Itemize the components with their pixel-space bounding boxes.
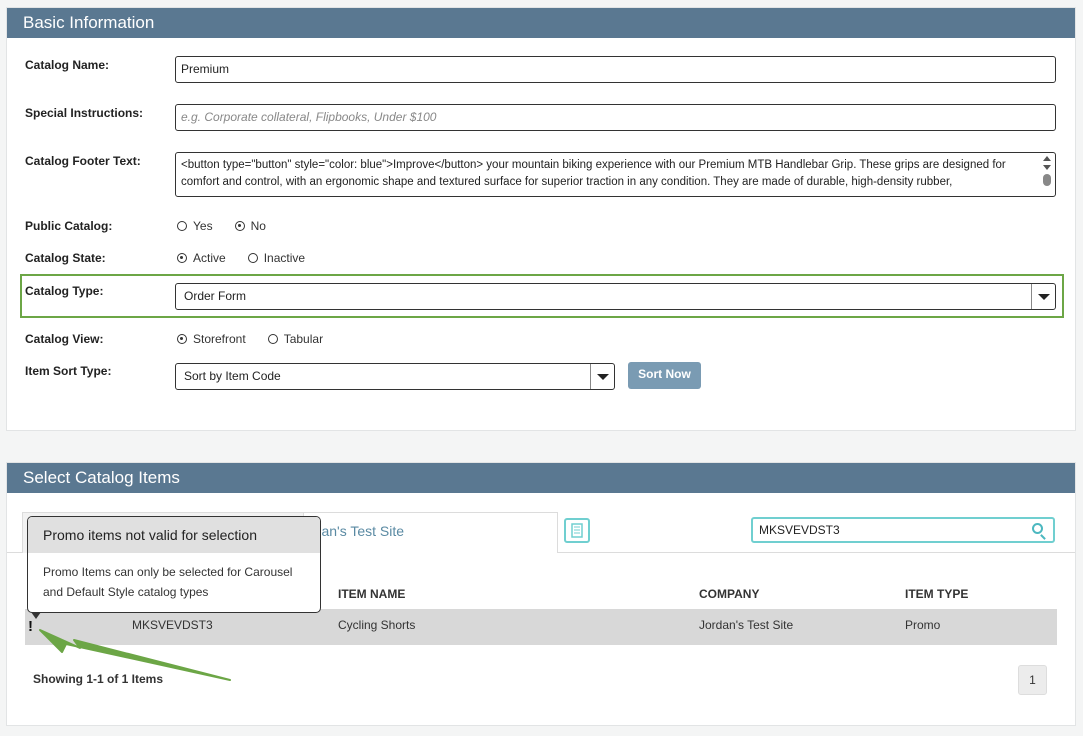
annotation-arrow	[39, 629, 231, 681]
